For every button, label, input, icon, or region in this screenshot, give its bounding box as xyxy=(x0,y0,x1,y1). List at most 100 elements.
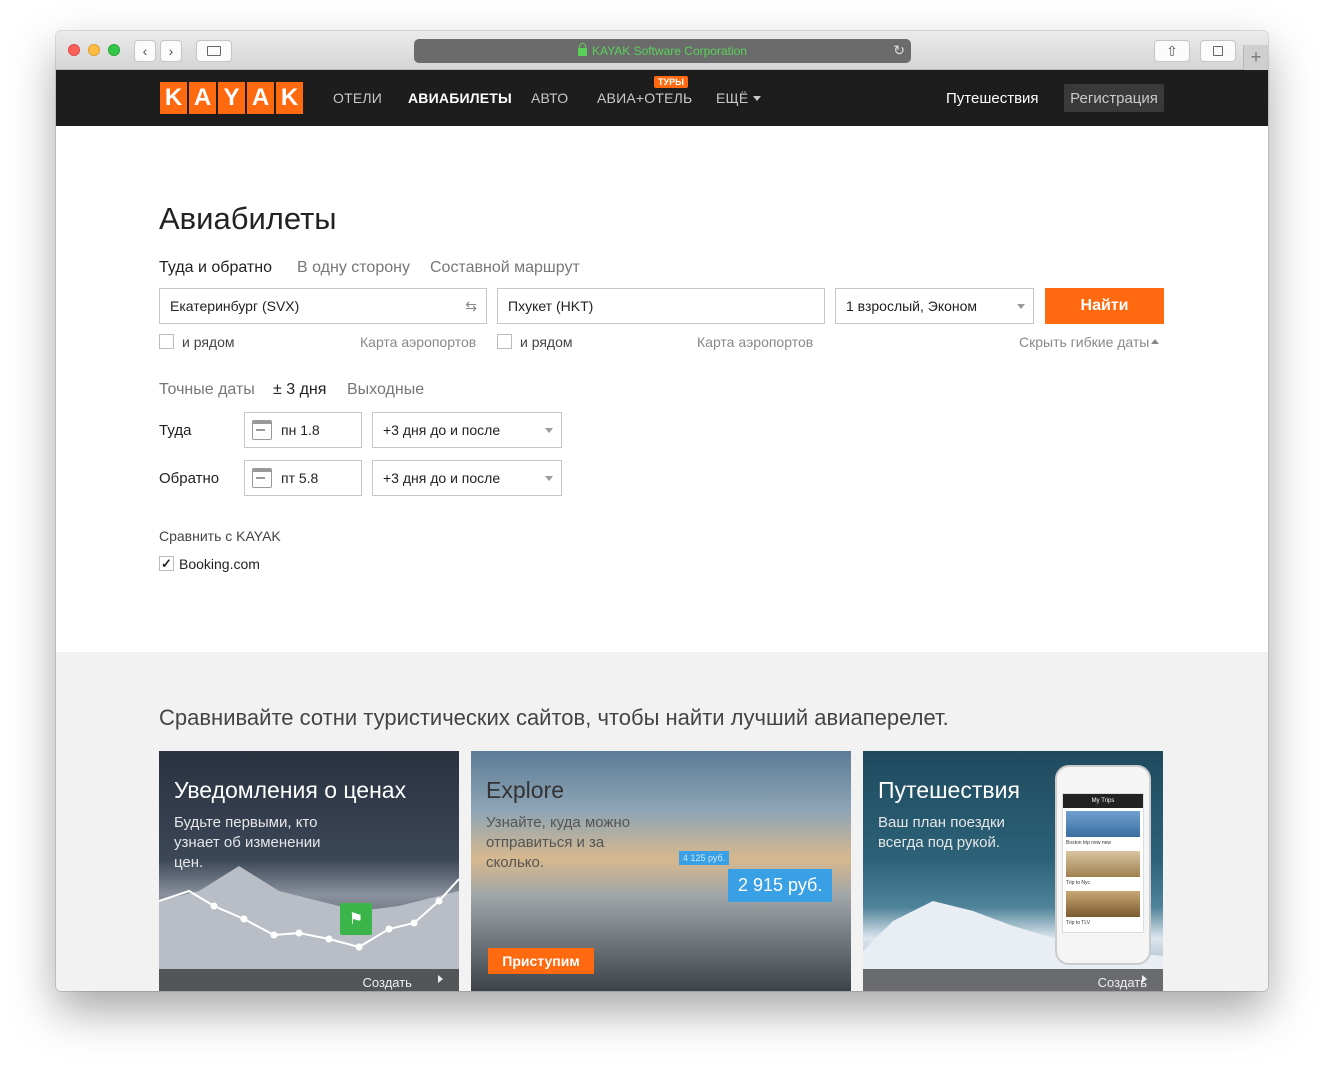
share-icon: ⇧ xyxy=(1166,42,1178,59)
trend-point xyxy=(435,897,443,905)
chevron-down-icon xyxy=(545,476,553,481)
nav-trips[interactable]: Путешествия xyxy=(946,90,1039,107)
return-date-value: пт 5.8 xyxy=(281,470,319,486)
nav-flights[interactable]: АВИАБИЛЕТЫ xyxy=(408,90,512,106)
tours-badge: ТУРЫ xyxy=(654,76,688,88)
nav-more-label: ЕЩЁ xyxy=(716,90,749,106)
price-alerts-card[interactable]: Уведомления о ценах Будьте первыми, кто … xyxy=(159,751,459,991)
return-date-input[interactable]: пт 5.8 xyxy=(244,460,362,496)
origin-airport-map-link[interactable]: Карта аэропортов xyxy=(360,334,476,350)
card-footer[interactable]: Создать поездку xyxy=(863,969,1163,991)
trend-point xyxy=(385,925,393,933)
trips-card[interactable]: Путешествия Ваш план поездки всегда под … xyxy=(863,751,1163,991)
logo-letter: A xyxy=(247,82,274,114)
nav-more[interactable]: ЕЩЁ xyxy=(716,90,762,106)
tabs-icon xyxy=(1213,46,1223,56)
tab-weekends[interactable]: Выходные xyxy=(347,381,424,399)
site-navbar: K A Y A K ОТЕЛИ АВИАБИЛЕТЫ АВТО ТУРЫ АВИ… xyxy=(56,70,1268,126)
new-tab-button[interactable]: + xyxy=(1243,45,1268,70)
phone-screen: My Trips Boston trip new new Trip to Nyc… xyxy=(1062,793,1144,933)
return-label: Обратно xyxy=(159,470,220,487)
trend-point xyxy=(240,915,248,923)
chevron-down-icon xyxy=(545,428,553,433)
origin-nearby-label: и рядом xyxy=(182,334,235,350)
trend-point xyxy=(325,935,333,943)
logo-letter: A xyxy=(189,82,216,114)
compare-title: Сравнить с KAYAK xyxy=(159,528,281,544)
chevron-right-icon: › xyxy=(168,43,174,59)
sidebar-icon xyxy=(207,46,221,56)
trend-point xyxy=(210,902,218,910)
card-footer[interactable]: Создать уведомление xyxy=(159,969,459,991)
depart-flex-value: +3 дня до и после xyxy=(383,422,501,438)
sidebar-button[interactable] xyxy=(196,40,232,62)
travelers-select[interactable]: 1 взрослый, Эконом xyxy=(835,288,1034,324)
reload-icon[interactable]: ↻ xyxy=(893,42,905,59)
triangle-right-icon xyxy=(1142,975,1147,983)
nav-hotels[interactable]: ОТЕЛИ xyxy=(333,90,382,106)
hide-flex-dates-label: Скрыть гибкие даты xyxy=(1019,334,1150,350)
maximize-window-button[interactable] xyxy=(108,44,120,56)
back-button[interactable]: ‹ xyxy=(134,40,156,62)
trip-image xyxy=(1066,851,1140,877)
trip-item: Trip to Nyc xyxy=(1066,880,1090,886)
trend-point xyxy=(270,931,278,939)
compare-booking-checkbox[interactable]: ✓ xyxy=(159,556,174,571)
trip-item: Boston trip new new xyxy=(1066,840,1112,846)
tab-plus-minus-3-days[interactable]: ± 3 дня xyxy=(273,381,326,399)
share-button[interactable]: ⇧ xyxy=(1154,40,1190,62)
tab-multi-city[interactable]: Составной маршрут xyxy=(430,259,580,277)
nav-cars[interactable]: АВТО xyxy=(531,90,568,106)
create-trip-label: Создать поездку xyxy=(1097,975,1147,991)
browser-window: ‹ › KAYAK Software Corporation ↻ ⇧ + K A… xyxy=(56,31,1268,991)
logo-letter: Y xyxy=(218,82,245,114)
hide-flex-dates-link[interactable]: Скрыть гибкие даты xyxy=(1019,334,1160,350)
lock-icon xyxy=(578,43,588,56)
nav-packages[interactable]: АВИА+ОТЕЛЬ xyxy=(597,90,692,106)
trend-point xyxy=(355,943,363,951)
minimize-window-button[interactable] xyxy=(88,44,100,56)
close-window-button[interactable] xyxy=(68,44,80,56)
calendar-icon xyxy=(252,468,272,488)
logo-letter: K xyxy=(160,82,187,114)
search-button[interactable]: Найти xyxy=(1045,288,1164,324)
register-button[interactable]: Регистрация xyxy=(1064,84,1164,112)
get-started-button[interactable]: Приступим xyxy=(488,948,594,974)
kayak-logo[interactable]: K A Y A K xyxy=(160,82,303,114)
return-flex-select[interactable]: +3 дня до и после xyxy=(372,460,562,496)
trend-point xyxy=(410,919,418,927)
depart-date-value: пн 1.8 xyxy=(281,422,320,438)
trip-item: Trip to TLV xyxy=(1066,920,1091,926)
forward-button[interactable]: › xyxy=(160,40,182,62)
card-text: Ваш план поездки всегда под рукой. xyxy=(878,814,1005,851)
destination-input[interactable]: Пхукет (HKT) xyxy=(497,288,825,324)
tab-exact-dates[interactable]: Точные даты xyxy=(159,381,255,399)
depart-label: Туда xyxy=(159,422,192,439)
logo-letter: K xyxy=(276,82,303,114)
card-text: Узнайте, куда можно отправиться и за ско… xyxy=(486,814,631,871)
calendar-icon xyxy=(252,420,272,440)
price-tag-main: 2 915 руб. xyxy=(728,869,833,902)
address-text: KAYAK Software Corporation xyxy=(592,44,747,58)
origin-input[interactable]: Екатеринбург (SVX) ⇆ xyxy=(159,288,487,324)
price-tag-small: 4 125 руб. xyxy=(679,851,730,865)
promo-heading: Сравнивайте сотни туристических сайтов, … xyxy=(159,705,949,730)
destination-nearby-label: и рядом xyxy=(520,334,573,350)
travelers-value: 1 взрослый, Эконом xyxy=(846,298,978,314)
trip-image xyxy=(1066,811,1140,837)
depart-flex-select[interactable]: +3 дня до и после xyxy=(372,412,562,448)
tab-one-way[interactable]: В одну сторону xyxy=(297,259,410,277)
origin-nearby-checkbox[interactable] xyxy=(159,334,174,349)
destination-nearby-checkbox[interactable] xyxy=(497,334,512,349)
plus-icon: + xyxy=(1250,47,1262,67)
trip-image xyxy=(1066,891,1140,917)
depart-date-input[interactable]: пн 1.8 xyxy=(244,412,362,448)
tab-round-trip[interactable]: Туда и обратно xyxy=(159,259,272,277)
destination-airport-map-link[interactable]: Карта аэропортов xyxy=(697,334,813,350)
compare-booking-label: Booking.com xyxy=(179,556,260,572)
swap-icon[interactable]: ⇆ xyxy=(465,298,477,315)
tabs-overview-button[interactable] xyxy=(1200,40,1236,62)
explore-card[interactable]: Explore Узнайте, куда можно отправиться … xyxy=(471,751,851,991)
chevron-down-icon xyxy=(1017,304,1025,309)
address-bar[interactable]: KAYAK Software Corporation ↻ xyxy=(414,39,911,63)
